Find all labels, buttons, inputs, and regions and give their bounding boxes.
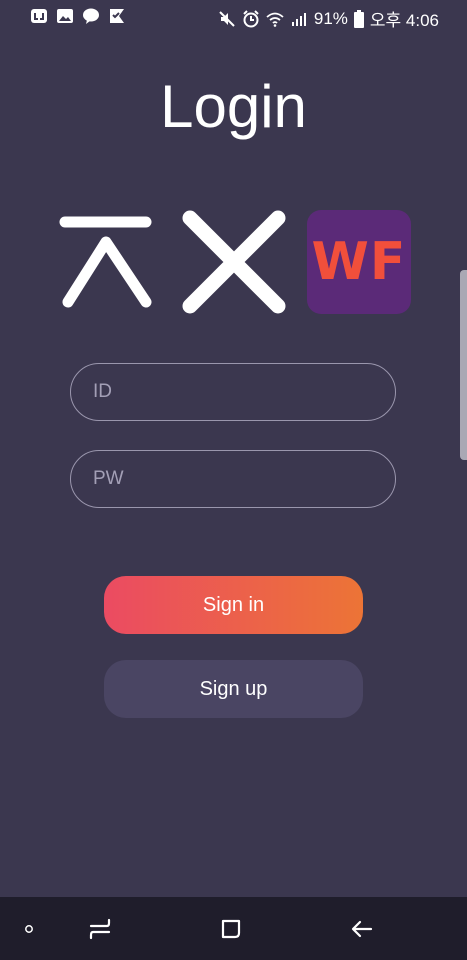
recents-icon[interactable] [84, 913, 116, 945]
sync-icon [31, 9, 47, 23]
alarm-icon [243, 9, 259, 27]
pw-field[interactable] [70, 450, 396, 508]
battery-percentage: 91% [313, 8, 348, 28]
wifi-icon [266, 12, 284, 27]
signal-icon [291, 12, 306, 26]
signup-button-label: Sign up [199, 677, 268, 700]
image-icon [57, 9, 73, 23]
status-bar: 91% 오후 4:06 [0, 0, 467, 32]
mute-icon [219, 10, 235, 27]
checkmark-flag-icon [110, 9, 124, 23]
logo-glyph-cieut-icon [59, 216, 152, 308]
talk-icon [83, 8, 99, 24]
logo-wf-badge: WF [307, 210, 411, 314]
signup-button[interactable]: Sign up [104, 660, 363, 718]
dot-icon[interactable] [13, 913, 45, 945]
scroll-indicator[interactable] [460, 270, 467, 460]
pw-input[interactable] [71, 451, 395, 507]
id-input[interactable] [71, 364, 395, 420]
id-field[interactable] [70, 363, 396, 421]
battery-icon [353, 9, 364, 28]
navigation-bar [0, 897, 467, 960]
clock: 오후 4:06 [369, 11, 439, 30]
back-icon[interactable] [346, 913, 378, 945]
signin-button-label: Sign in [202, 593, 265, 616]
logo-x-icon [182, 210, 286, 314]
status-left [30, 7, 126, 25]
status-right: 91% 오후 4:06 [218, 6, 439, 31]
signin-button[interactable]: Sign in [104, 576, 363, 634]
home-icon[interactable] [215, 913, 247, 945]
page-title: Login [160, 73, 307, 140]
